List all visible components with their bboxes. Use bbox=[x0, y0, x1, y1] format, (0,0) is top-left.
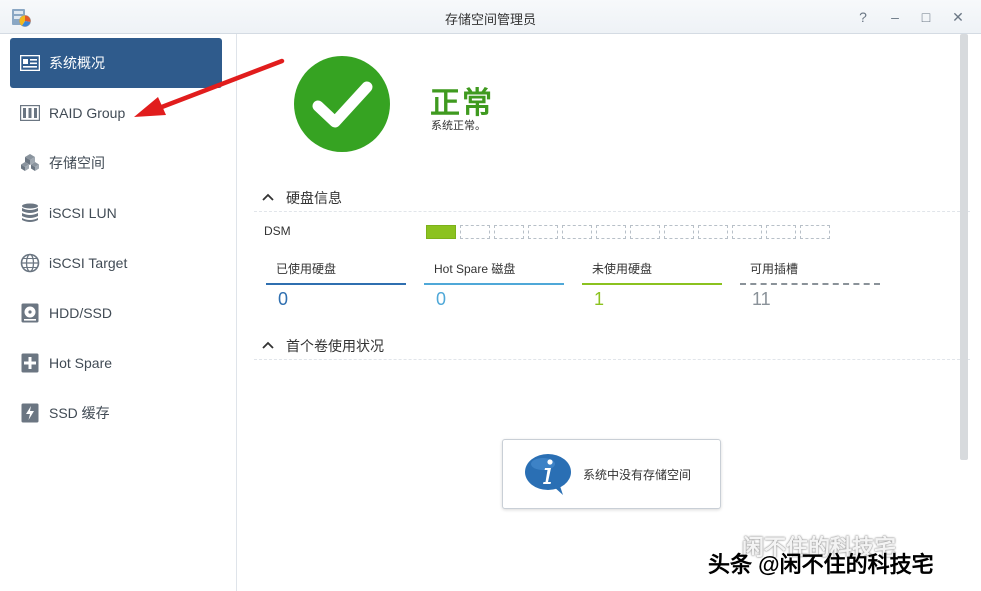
sidebar-item-iscsi-target[interactable]: iSCSI Target bbox=[10, 238, 222, 288]
raid-group-icon bbox=[20, 103, 40, 123]
disk-slot-empty bbox=[596, 225, 626, 239]
stat-label: 可用插槽 bbox=[740, 260, 880, 285]
help-icon[interactable]: ? bbox=[854, 8, 872, 26]
main-panel: 正常 系统正常。 硬盘信息 DSM 已使用硬盘 0 Hot Spare 磁盘 0… bbox=[238, 34, 981, 591]
stat-label: 已使用硬盘 bbox=[266, 260, 406, 285]
disk-slot-empty bbox=[698, 225, 728, 239]
volume-usage-title: 首个卷使用状况 bbox=[286, 338, 384, 354]
stat-available-slots: 可用插槽 11 bbox=[740, 260, 880, 320]
maximize-icon[interactable]: □ bbox=[917, 8, 935, 26]
sidebar-item-hdd-ssd[interactable]: HDD/SSD bbox=[10, 288, 222, 338]
stat-label: 未使用硬盘 bbox=[582, 260, 722, 285]
storage-manager-window: 存储空间管理员 ? – □ ✕ 系统概况 RAID Group 存储空间 iSC… bbox=[0, 0, 981, 591]
disk-slot-bar bbox=[426, 225, 830, 239]
storage-space-icon bbox=[20, 153, 40, 173]
section-divider bbox=[254, 359, 970, 360]
disk-slot-empty bbox=[630, 225, 660, 239]
disk-slot-empty bbox=[732, 225, 762, 239]
scrollbar[interactable] bbox=[960, 34, 968, 460]
section-divider bbox=[254, 211, 970, 212]
red-arrow-annotation bbox=[134, 58, 285, 117]
sidebar-item-label: HDD/SSD bbox=[49, 305, 113, 321]
sidebar-item-label: Hot Spare bbox=[49, 355, 113, 371]
title-bar: 存储空间管理员 ? – □ ✕ bbox=[0, 0, 981, 34]
stat-value: 1 bbox=[594, 289, 605, 309]
disk-slot-used bbox=[426, 225, 456, 239]
disk-info-section-header[interactable]: 硬盘信息 bbox=[262, 188, 342, 208]
disk-slot-empty bbox=[494, 225, 524, 239]
volume-usage-section-header[interactable]: 首个卷使用状况 bbox=[262, 336, 384, 356]
disk-slot-empty bbox=[664, 225, 694, 239]
disk-slot-empty bbox=[766, 225, 796, 239]
hdd-icon bbox=[20, 303, 40, 323]
status-description: 系统正常。 bbox=[431, 120, 486, 132]
sidebar-item-iscsi-lun[interactable]: iSCSI LUN bbox=[10, 188, 222, 238]
plus-box-icon bbox=[20, 353, 40, 373]
sidebar-item-label: iSCSI LUN bbox=[49, 205, 117, 221]
status-title: 正常 bbox=[430, 87, 494, 120]
globe-icon bbox=[20, 253, 40, 273]
dsm-label: DSM bbox=[264, 224, 291, 238]
stat-value: 0 bbox=[278, 289, 289, 309]
stat-hot-spare-disks: Hot Spare 磁盘 0 bbox=[424, 260, 564, 320]
ssd-cache-icon bbox=[20, 403, 40, 423]
chevron-up-icon bbox=[262, 192, 276, 204]
info-icon bbox=[525, 454, 571, 495]
sidebar-item-hot-spare[interactable]: Hot Spare bbox=[10, 338, 222, 388]
disk-info-title: 硬盘信息 bbox=[286, 190, 342, 206]
stat-value: 11 bbox=[752, 289, 771, 309]
stat-label: Hot Spare 磁盘 bbox=[424, 260, 564, 285]
database-icon bbox=[20, 203, 40, 223]
disk-slot-empty bbox=[800, 225, 830, 239]
disk-slot-empty bbox=[460, 225, 490, 239]
sidebar-item-label: 存储空间 bbox=[49, 155, 105, 171]
sidebar-item-label: SSD 缓存 bbox=[49, 405, 110, 421]
status-ok-icon bbox=[294, 56, 390, 152]
overview-icon bbox=[20, 53, 40, 73]
close-icon[interactable]: ✕ bbox=[949, 8, 967, 26]
sidebar-item-label: 系统概况 bbox=[49, 55, 105, 71]
minimize-icon[interactable]: – bbox=[886, 8, 904, 26]
sidebar-item-storage-space[interactable]: 存储空间 bbox=[10, 138, 222, 188]
sidebar-item-ssd-cache[interactable]: SSD 缓存 bbox=[10, 388, 222, 438]
watermark: 头条 @闲不住的科技宅 bbox=[708, 552, 934, 577]
disk-slot-empty bbox=[528, 225, 558, 239]
no-storage-message-box: 系统中没有存储空间 bbox=[502, 439, 721, 509]
sidebar-item-label: RAID Group bbox=[49, 105, 126, 121]
chevron-up-icon bbox=[262, 340, 276, 352]
no-storage-message: 系统中没有存储空间 bbox=[583, 467, 692, 482]
stat-value: 0 bbox=[436, 289, 447, 309]
stat-used-disks: 已使用硬盘 0 bbox=[266, 260, 406, 320]
stat-unused-disks: 未使用硬盘 1 bbox=[582, 260, 722, 320]
sidebar-item-label: iSCSI Target bbox=[49, 255, 128, 271]
window-title: 存储空间管理员 bbox=[444, 12, 536, 27]
disk-slot-empty bbox=[562, 225, 592, 239]
